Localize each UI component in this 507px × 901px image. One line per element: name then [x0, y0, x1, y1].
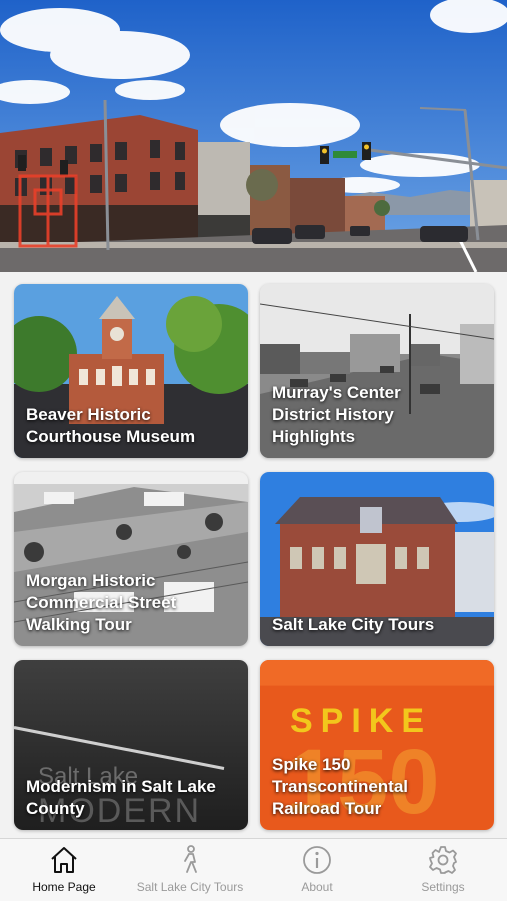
- tile-murray-center[interactable]: Murray's Center District History Highlig…: [260, 284, 494, 458]
- tab-salt-lake-city-tours[interactable]: Salt Lake City Tours: [127, 839, 253, 901]
- tab-label: Settings: [421, 880, 465, 894]
- home-icon: [51, 847, 77, 873]
- tab-about[interactable]: About: [254, 839, 380, 901]
- tab-label: About: [301, 880, 333, 894]
- info-icon: [303, 846, 331, 874]
- tile-morgan-historic[interactable]: Morgan Historic Commercial Street Walkin…: [14, 472, 248, 646]
- tile-beaver-courthouse[interactable]: Beaver Historic Courthouse Museum: [14, 284, 248, 458]
- tile-label: Morgan Historic Commercial Street Walkin…: [26, 571, 177, 634]
- tile-label: Murray's Center District History Highlig…: [272, 383, 401, 446]
- bottom-tab-bar: Home Page Salt Lake City Tours About Set…: [0, 838, 507, 901]
- gear-icon: [429, 846, 457, 874]
- hero-street-photo: [0, 0, 507, 272]
- tile-label: Beaver Historic Courthouse Museum: [26, 405, 196, 446]
- tab-home-page[interactable]: Home Page: [1, 839, 127, 901]
- tile-label: Modernism in Salt Lake County: [26, 777, 216, 818]
- tab-label: Salt Lake City Tours: [136, 880, 244, 894]
- tile-label: Spike 150 Transcontinental Railroad Tour: [272, 755, 409, 818]
- tile-salt-lake-city-tours[interactable]: Salt Lake City Tours: [260, 472, 494, 646]
- tile-label: Salt Lake City Tours: [272, 615, 435, 634]
- walking-person-icon: [184, 845, 197, 873]
- tour-grid: Beaver Historic Courthouse Museum Murray…: [0, 272, 507, 838]
- tab-settings[interactable]: Settings: [380, 839, 506, 901]
- tile-modernism-salt-lake[interactable]: Salt Lake MODERN Modernism in Salt Lake …: [14, 660, 248, 830]
- tile-spike-150[interactable]: SPIKE 150 Spike 150 Transcontinental Rai…: [260, 660, 494, 830]
- tab-label: Home Page: [32, 880, 96, 894]
